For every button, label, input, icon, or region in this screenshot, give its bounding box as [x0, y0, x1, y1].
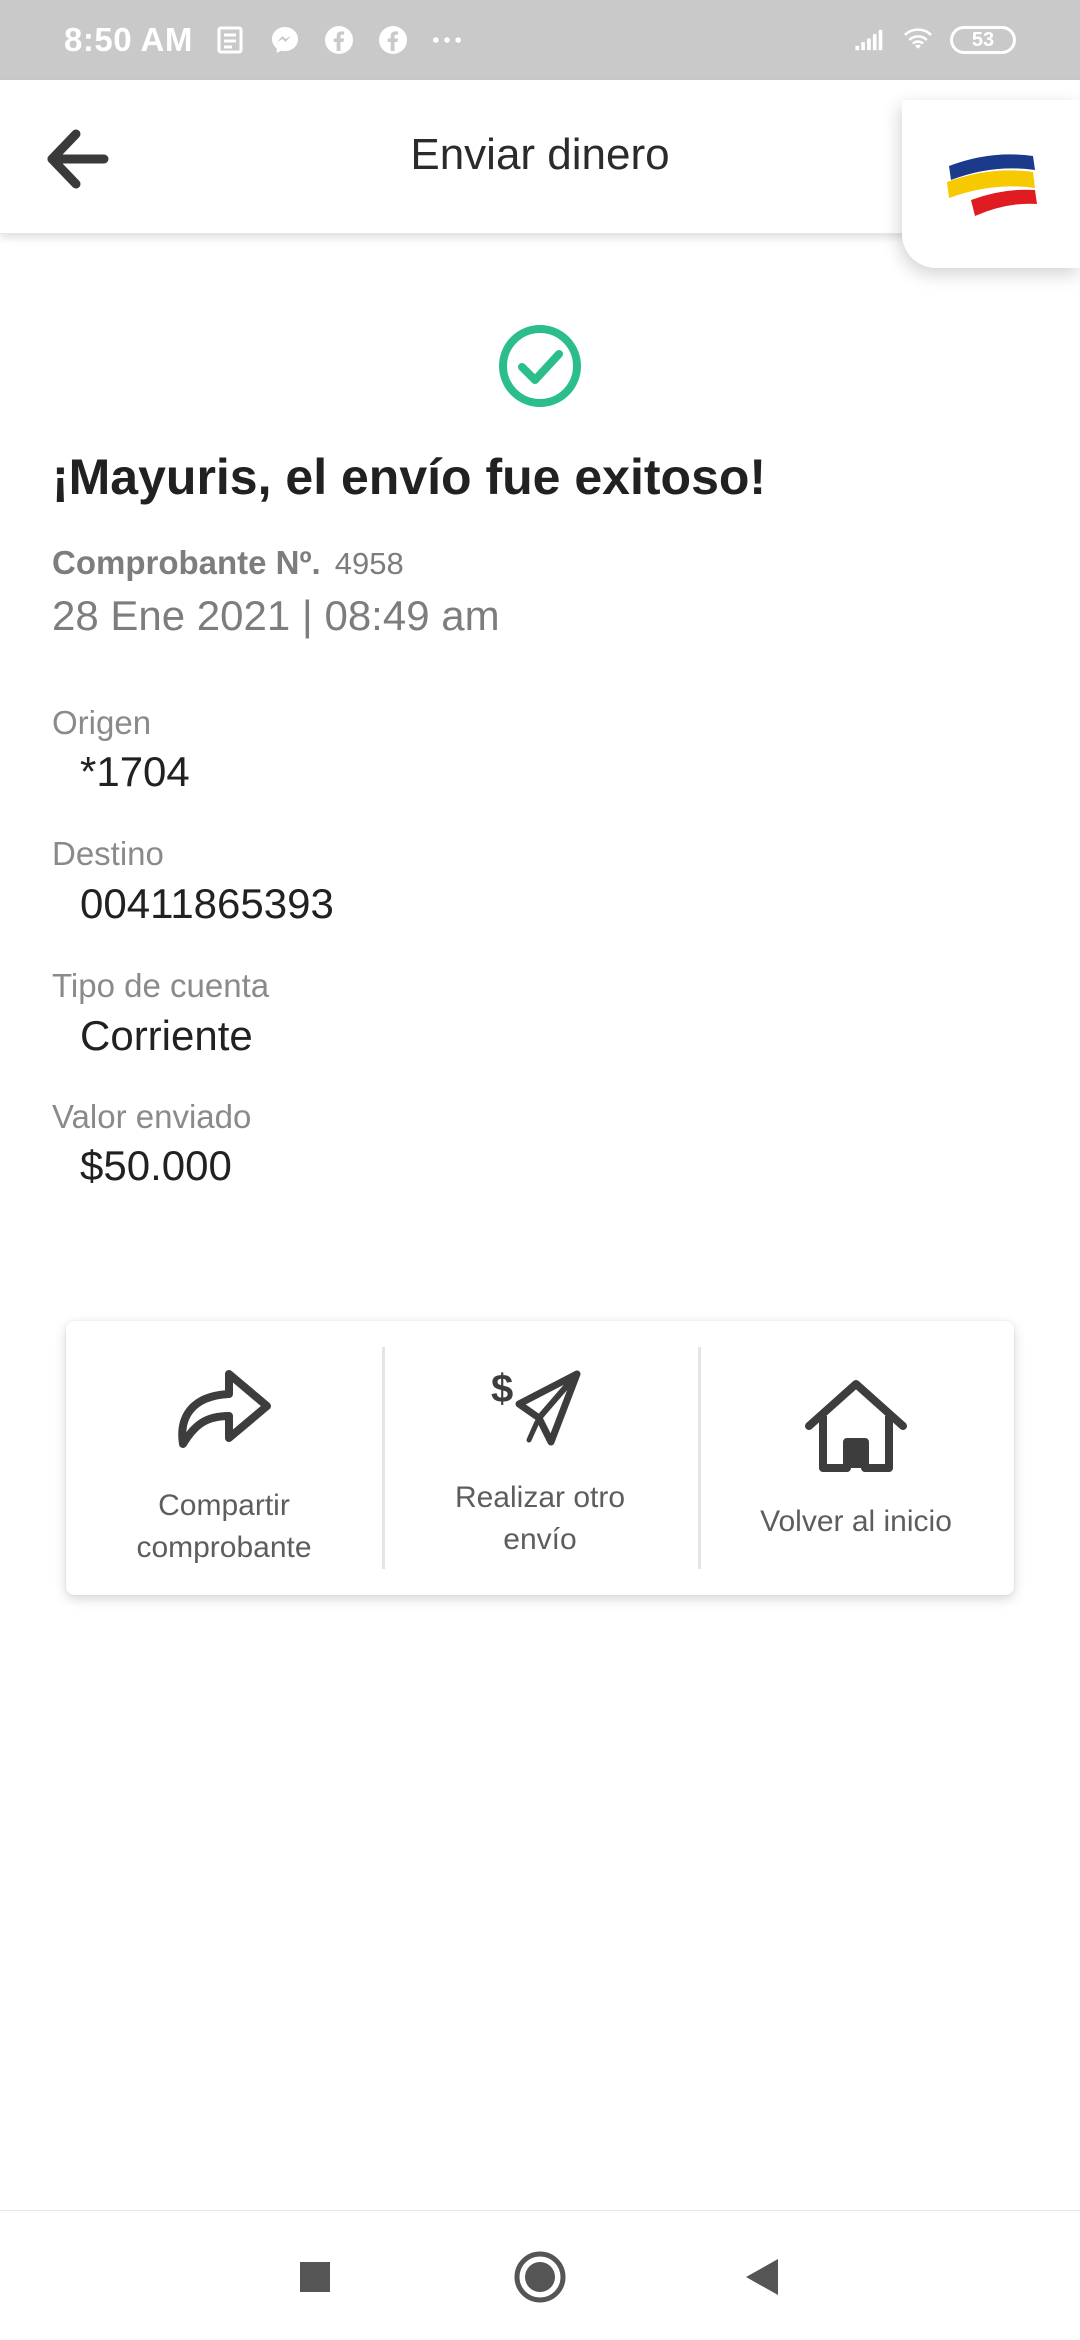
messenger-icon	[269, 24, 301, 56]
bank-logo-icon	[947, 154, 1037, 216]
home-label: Volver al inicio	[760, 1505, 952, 1538]
tipo-cuenta-label: Tipo de cuenta	[52, 967, 270, 1004]
bank-logo	[902, 100, 1080, 268]
destino-value: 00411865393	[80, 880, 334, 927]
share-label-line1: Compartir	[158, 1489, 290, 1522]
back-triangle-icon	[746, 2259, 778, 2295]
share-icon	[169, 1353, 279, 1463]
news-icon	[215, 24, 247, 56]
status-bar: 8:50 AM 53	[0, 0, 1080, 80]
send-money-icon: $	[485, 1353, 595, 1463]
recents-square-icon	[300, 2262, 330, 2292]
share-label-line2: comprobante	[136, 1531, 312, 1564]
another-transfer-button[interactable]: $ Realizar otro envío	[382, 1321, 698, 1595]
receipt-label: Comprobante Nº.	[52, 544, 321, 581]
receipt-number: 4958	[334, 546, 404, 581]
home-icon	[801, 1371, 911, 1481]
receipt-datetime: 28 Ene 2021 | 08:49 am	[52, 592, 500, 639]
tipo-cuenta-value: Corriente	[80, 1012, 253, 1059]
share-receipt-button[interactable]: Compartir comprobante	[66, 1321, 382, 1595]
success-check-icon	[499, 325, 581, 407]
svg-text:$: $	[491, 1367, 513, 1411]
valor-enviado-label: Valor enviado	[52, 1098, 252, 1135]
wifi-icon	[902, 24, 934, 56]
navigation-bar	[0, 2210, 1080, 2340]
go-home-button[interactable]: Volver al inicio	[698, 1321, 1014, 1595]
signal-icon	[854, 24, 886, 56]
origen-value: *1704	[80, 748, 190, 795]
another-label-line2: envío	[503, 1523, 577, 1556]
destino-label: Destino	[52, 835, 164, 872]
origen-label: Origen	[52, 704, 152, 741]
facebook-icon	[323, 24, 355, 56]
receipt-row: Comprobante Nº. 4958	[52, 544, 404, 582]
home-circle-icon	[514, 2251, 566, 2303]
valor-enviado-value: $50.000	[80, 1142, 232, 1189]
battery-level: 53	[971, 28, 995, 51]
facebook-icon	[377, 24, 409, 56]
more-dots-icon	[431, 24, 463, 56]
home-nav-button[interactable]	[504, 2241, 576, 2313]
status-time: 8:50 AM	[64, 21, 193, 58]
another-label-line1: Realizar otro	[454, 1481, 626, 1514]
recents-button[interactable]	[279, 2241, 351, 2313]
actions-card: Compartir comprobante $ Realizar otro en…	[66, 1321, 1014, 1595]
battery-icon: 53	[950, 26, 1016, 54]
success-title: ¡Mayuris, el envío fue exitoso!	[52, 449, 767, 505]
back-nav-button[interactable]	[726, 2241, 798, 2313]
